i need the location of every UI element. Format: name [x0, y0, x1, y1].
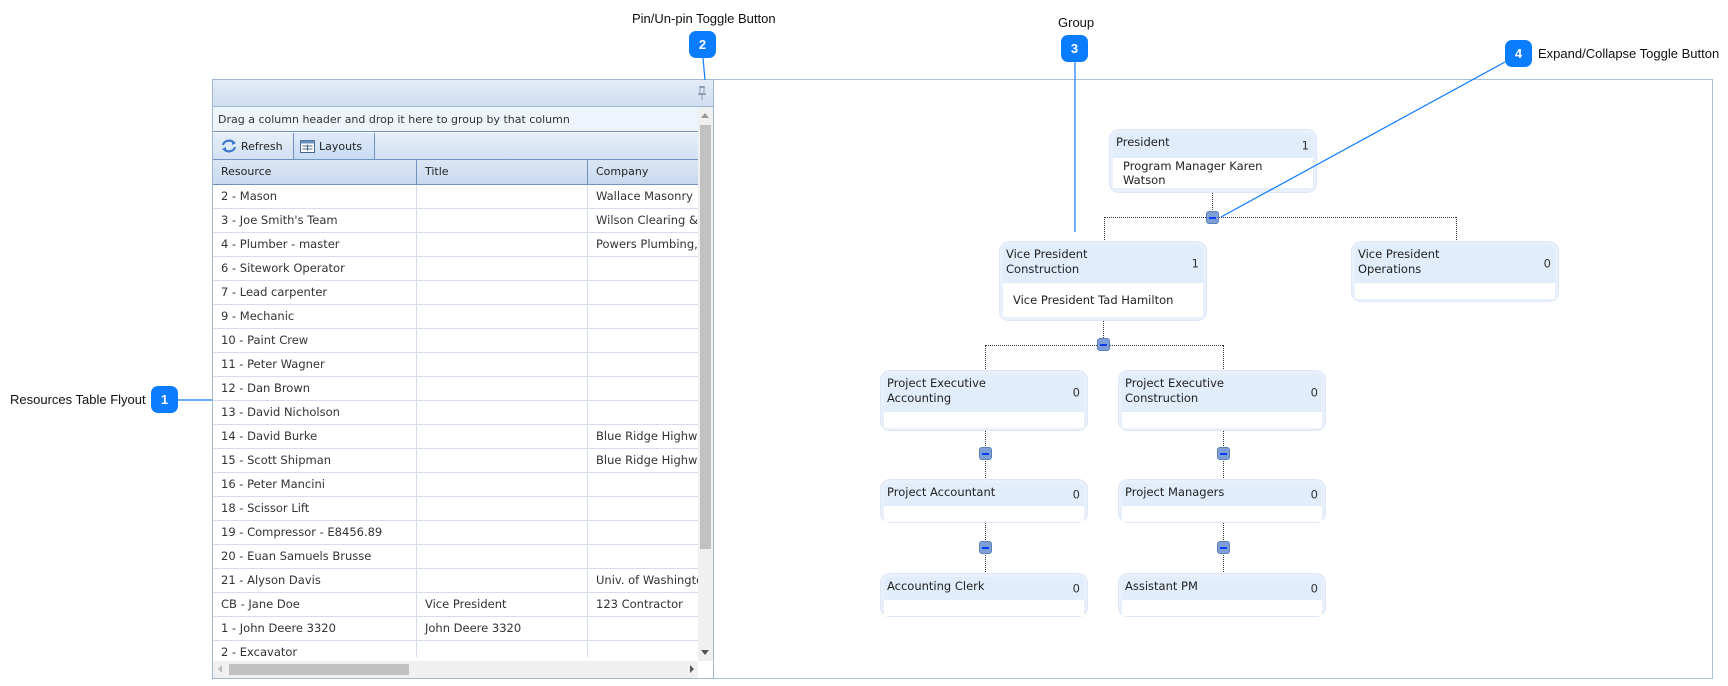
leader-line-4 [1220, 61, 1506, 218]
annotation-label-2: Pin/Un-pin Toggle Button [632, 11, 776, 26]
annotation-label-4: Expand/Collapse Toggle Button [1538, 46, 1720, 61]
leader-line-2 [702, 57, 706, 81]
annotation-badge-4: 4 [1505, 40, 1532, 67]
annotation-leader-lines [178, 57, 1506, 401]
annotation-badge-3: 3 [1061, 35, 1088, 62]
annotation-badge-1: 1 [151, 386, 178, 413]
annotation-badge-2: 2 [689, 31, 716, 58]
annotation-label-3: Group [1058, 15, 1095, 30]
annotation-label-1: Resources Table Flyout [10, 392, 146, 407]
